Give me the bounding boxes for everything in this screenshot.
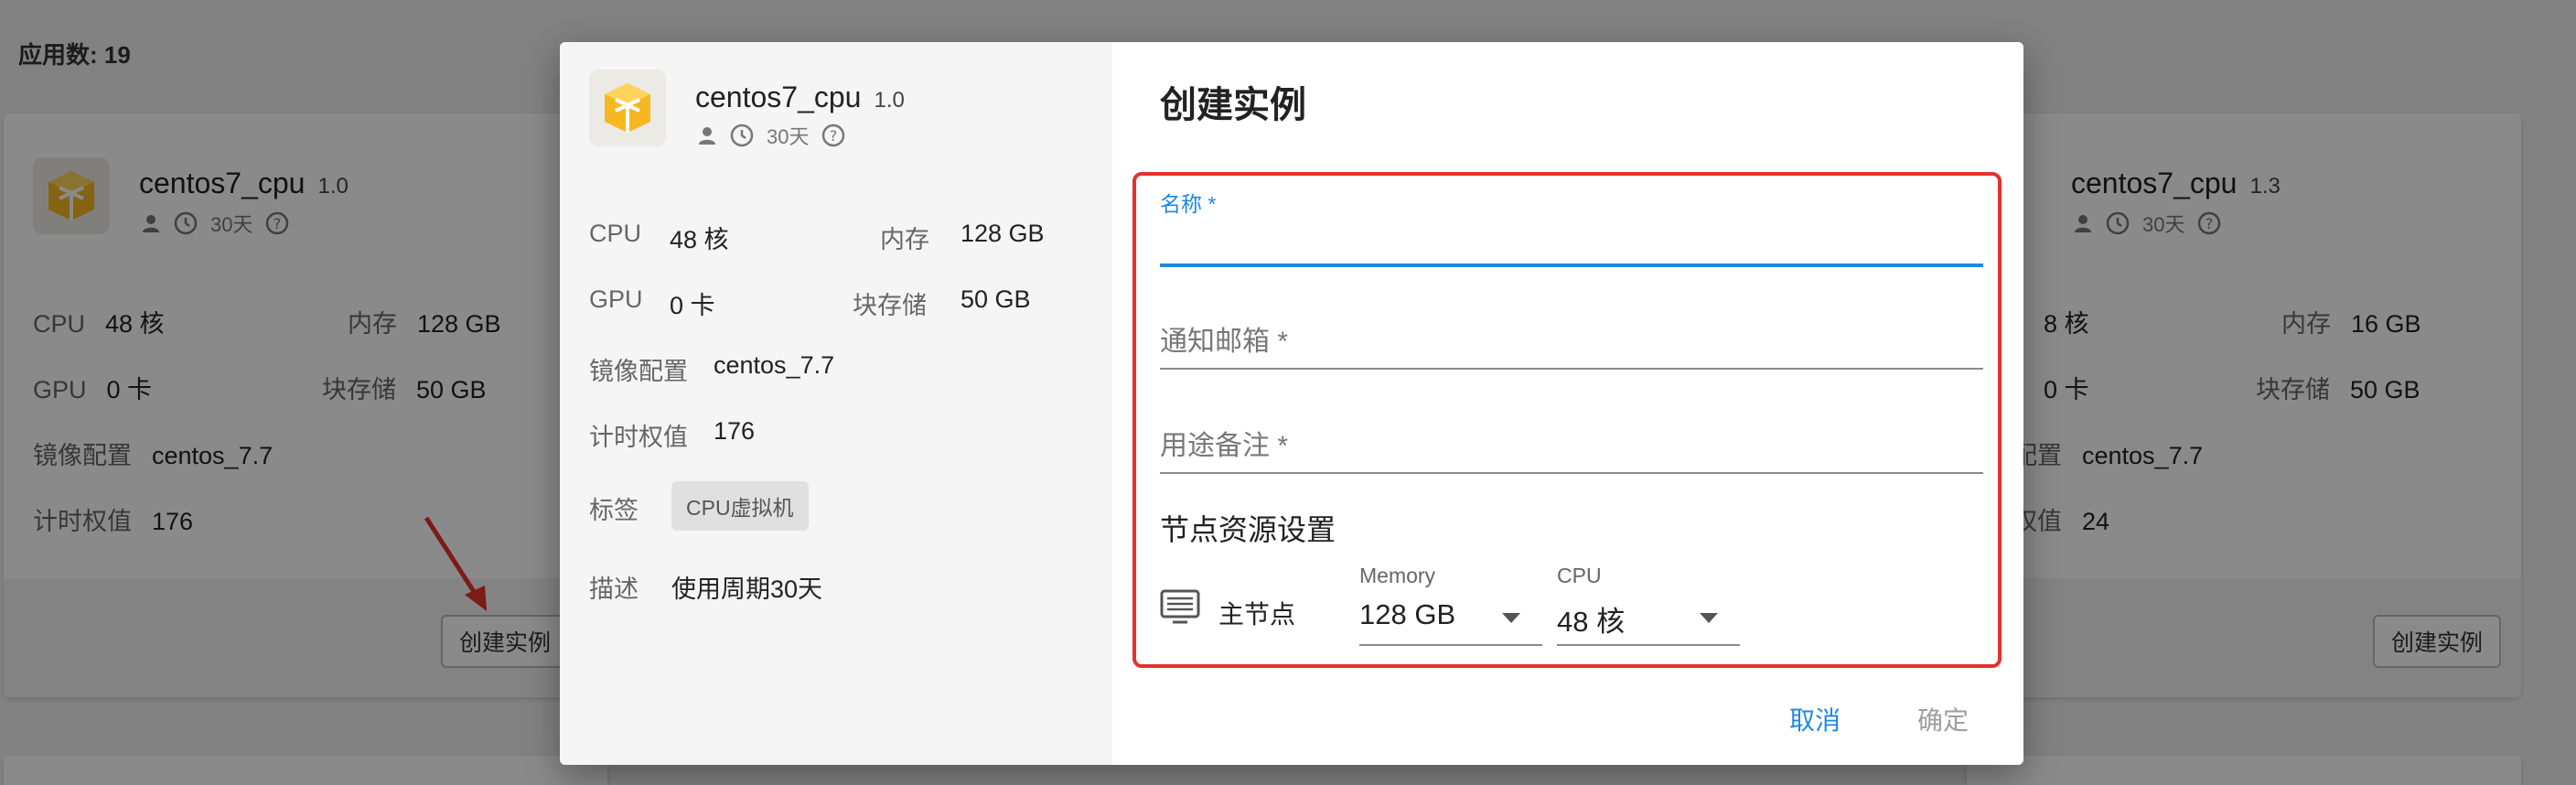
dialog-title: 创建实例: [1160, 85, 1306, 125]
image-label: 镜像配置: [589, 358, 688, 385]
master-node-row: 主节点 Memory 128 GB CPU 48 核: [1160, 564, 1983, 655]
name-input[interactable]: [1160, 220, 1983, 260]
email-field[interactable]: 通知邮箱 *: [1160, 317, 1983, 371]
svg-text:?: ?: [830, 127, 838, 145]
name-field[interactable]: 名称 *: [1160, 187, 1983, 269]
cancel-button[interactable]: 取消: [1789, 701, 1841, 737]
desc-label: 描述: [589, 575, 639, 603]
memory-select[interactable]: Memory 128 GB: [1359, 564, 1542, 646]
user-icon: [699, 127, 715, 145]
weight-label: 计时权值: [589, 424, 688, 451]
dialog-form-panel: 创建实例 名称 * 通知邮箱 * 用途备注 * 节点资源设置 主节点 Memor…: [1112, 42, 2023, 765]
cpu-select-value: 48 核: [1557, 606, 1626, 638]
app-version: 1.0: [874, 88, 905, 113]
chevron-down-icon[interactable]: [1700, 613, 1718, 623]
desc-value: 使用周期30天: [671, 575, 823, 603]
email-placeholder: 通知邮箱 *: [1160, 327, 1289, 357]
gpu-label: GPU: [589, 285, 643, 313]
tag-label: 标签: [589, 497, 639, 524]
chevron-down-icon[interactable]: [1502, 613, 1520, 623]
email-field-underline: [1160, 368, 1983, 370]
master-node-label: 主节点: [1218, 600, 1296, 629]
clock-icon: [730, 124, 754, 147]
memory-select-label: Memory: [1359, 564, 1436, 587]
monitor-icon: [1160, 589, 1200, 624]
disk-value: 50 GB: [961, 285, 1031, 313]
purpose-placeholder: 用途备注 *: [1160, 431, 1289, 461]
cpu-label: CPU: [589, 220, 642, 247]
memory-select-underline: [1359, 644, 1542, 646]
cpu-value: 48 核: [670, 226, 729, 253]
purpose-field-underline: [1160, 472, 1983, 474]
confirm-button[interactable]: 确定: [1917, 701, 1969, 737]
help-icon[interactable]: ?: [821, 124, 845, 147]
app-title-text: centos7_cpu: [695, 81, 862, 113]
name-field-underline: [1160, 263, 1983, 267]
disk-label: 块存储: [853, 292, 927, 319]
package-icon: [589, 70, 666, 146]
cpu-select[interactable]: CPU 48 核: [1557, 564, 1740, 646]
weight-value: 176: [714, 417, 756, 445]
name-field-label: 名称 *: [1160, 192, 1217, 216]
image-value: centos_7.7: [714, 351, 835, 379]
gpu-value: 0 卡: [670, 292, 715, 319]
purpose-field[interactable]: 用途备注 *: [1160, 421, 1983, 476]
tag-chip: CPU虚拟机: [671, 481, 809, 531]
node-resource-section-title: 节点资源设置: [1160, 513, 1336, 546]
cpu-select-label: CPU: [1557, 564, 1602, 587]
cpu-select-underline: [1557, 644, 1740, 646]
memory-select-value: 128 GB: [1359, 598, 1456, 630]
app-duration: 30天: [767, 125, 810, 148]
dialog-app-meta: 30天 ?: [697, 121, 845, 150]
memory-value: 128 GB: [961, 220, 1045, 247]
memory-label: 内存: [880, 226, 929, 253]
create-instance-dialog: centos7_cpu 1.0 30天 ? CPU 48 核 内存 128 GB …: [560, 42, 2023, 765]
dialog-app-title: centos7_cpu 1.0: [695, 81, 905, 114]
dialog-app-info: centos7_cpu 1.0 30天 ? CPU 48 核 内存 128 GB …: [560, 42, 1112, 765]
